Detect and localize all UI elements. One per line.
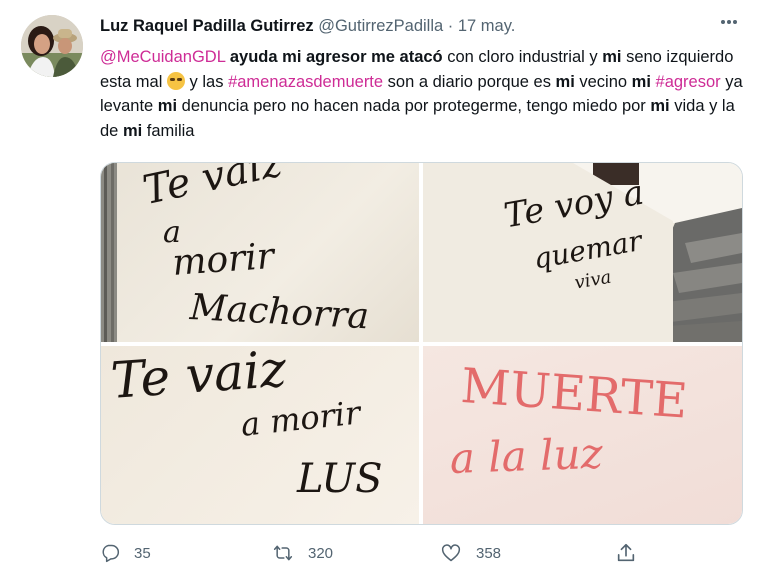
graffiti-text: LUS — [297, 456, 383, 502]
text-segment: denuncia pero no hacen nada por proteger… — [177, 97, 651, 115]
text-segment: con cloro industrial y — [442, 48, 603, 66]
photo-4[interactable]: MUERTE a la luz — [423, 346, 742, 524]
bold-segment: mi — [650, 97, 670, 115]
tweet-date[interactable]: 17 may. — [458, 17, 515, 35]
retweet-count: 320 — [308, 544, 334, 562]
avatar[interactable] — [21, 15, 83, 77]
like-count: 358 — [476, 544, 502, 562]
sad-face-emoji-icon — [166, 71, 185, 90]
reply-button[interactable]: 35 — [100, 538, 151, 568]
reply-icon — [102, 544, 120, 563]
text-segment: familia — [142, 121, 195, 140]
bold-segment: mi — [122, 121, 143, 140]
share-button[interactable] — [615, 538, 651, 568]
bold-segment: mi — [555, 72, 575, 91]
retweet-button[interactable]: 320 — [272, 538, 333, 568]
author-name[interactable]: Luz Raquel Padilla Gutirrez — [100, 17, 314, 35]
graffiti-text: morir — [171, 235, 276, 284]
author-handle[interactable]: @GutirrezPadilla — [318, 17, 443, 35]
like-button[interactable]: 358 — [440, 538, 501, 568]
tweet[interactable]: Luz Raquel Padilla Gutirrez @GutirrezPad… — [0, 0, 768, 572]
bold-segment: ayuda mi agresor me atacó — [229, 48, 443, 66]
tweet-actions: 35 320 358 — [100, 538, 750, 568]
retweet-icon — [273, 545, 293, 561]
text-segment: son a diario porque es — [383, 72, 556, 91]
graffiti-text: Te vaiz — [109, 346, 288, 410]
bold-segment: mi — [631, 72, 651, 91]
photo-1[interactable]: Te vaiz a morir Machorra — [101, 163, 419, 342]
reply-count: 35 — [134, 544, 151, 562]
more-icon[interactable] — [712, 10, 746, 34]
mention-link[interactable]: @MeCuidanGDL — [100, 48, 225, 66]
hashtag-link[interactable]: #amenazasdemuerte — [228, 73, 383, 91]
heart-icon — [441, 544, 461, 562]
hashtag-link[interactable]: #agresor — [656, 73, 721, 91]
media-grid: Te vaiz a morir Machorra Te voy a quemar… — [100, 162, 743, 525]
tweet-text: @MeCuidanGDL ayuda mi agresor me atacó c… — [100, 45, 750, 143]
bold-segment: mi — [157, 97, 178, 115]
share-icon — [617, 543, 635, 562]
graffiti-text: a la luz — [449, 428, 604, 483]
photo-2[interactable]: Te voy a quemar viva — [423, 163, 742, 342]
bold-segment: mi — [602, 48, 622, 66]
tweet-header: Luz Raquel Padilla Gutirrez @GutirrezPad… — [100, 17, 515, 36]
separator-dot: · — [447, 17, 454, 35]
graffiti-text: MUERTE — [459, 358, 690, 430]
photo-3[interactable]: Te vaiz a morir LUS — [101, 346, 419, 524]
graffiti-text: a morir — [239, 393, 363, 444]
text-segment: y las — [184, 72, 229, 91]
text-segment: vecino — [574, 72, 632, 91]
